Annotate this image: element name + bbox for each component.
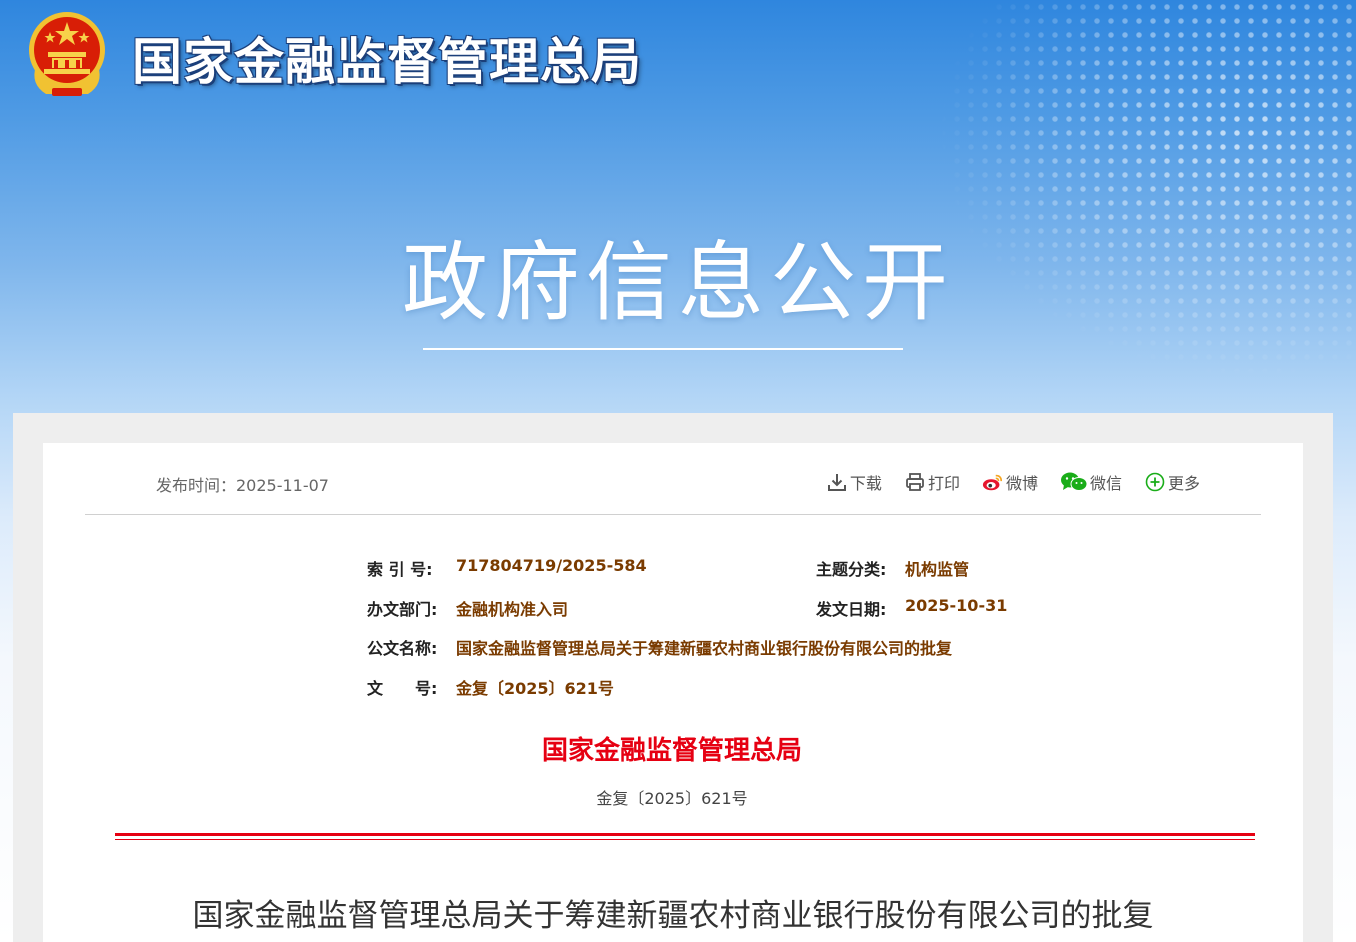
dept-label: 办文部门: <box>367 599 438 619</box>
more-label: 更多 <box>1167 474 1200 493</box>
page: 国家金融监督管理总局 政府信息公开 发布时间：2025-11-07 下载 打印 … <box>0 0 1356 942</box>
dept-value: 金融机构准入司 <box>456 599 569 619</box>
wechat-share-button[interactable]: 微信 <box>1060 470 1122 494</box>
red-divider-thick <box>115 833 1255 836</box>
index-value: 717804719/2025-584 <box>456 556 647 575</box>
more-share-button[interactable]: 更多 <box>1144 470 1200 494</box>
banner-title: 政府信息公开 <box>402 233 954 333</box>
download-button[interactable]: 下载 <box>826 470 882 494</box>
weibo-label: 微博 <box>1005 474 1038 493</box>
date-label: 发文日期: <box>816 599 887 619</box>
print-button[interactable]: 打印 <box>904 470 960 494</box>
meta-row: 公文名称: 国家金融监督管理总局关于筹建新疆农村商业银行股份有限公司的批复 <box>367 635 1007 675</box>
document-number: 金复〔2025〕621号 <box>596 789 748 808</box>
topic-value: 机构监管 <box>905 560 970 579</box>
red-divider-thin <box>115 839 1255 840</box>
site-title[interactable]: 国家金融监督管理总局 <box>132 22 642 94</box>
meta-row: 文 号: 金复〔2025〕621号 <box>367 675 1007 715</box>
weibo-share-button[interactable]: 微博 <box>982 470 1038 494</box>
topic-label: 主题分类: <box>816 560 887 579</box>
doc-name-value: 国家金融监督管理总局关于筹建新疆农村商业银行股份有限公司的批复 <box>456 639 953 658</box>
doc-number-value: 金复〔2025〕621号 <box>456 678 614 698</box>
publish-time: 发布时间：2025-11-07 <box>156 476 329 495</box>
print-label: 打印 <box>927 474 960 493</box>
printer-icon <box>904 471 926 493</box>
issuing-agency: 国家金融监督管理总局 <box>541 736 802 766</box>
wechat-icon <box>1060 471 1088 493</box>
document-title: 国家金融监督管理总局关于筹建新疆农村商业银行股份有限公司的批复 <box>192 898 1154 934</box>
index-label: 索 引 号: <box>367 560 433 579</box>
document-meta-table: 索 引 号: 717804719/2025-584 主题分类: 机构监管 办文部… <box>367 556 1007 714</box>
doc-name-label: 公文名称: <box>367 639 438 658</box>
download-label: 下载 <box>849 474 882 493</box>
national-emblem-icon[interactable] <box>24 8 110 100</box>
date-value: 2025-10-31 <box>905 595 1008 615</box>
article-toolbar: 下载 打印 微博 微信 更多 <box>826 470 1200 494</box>
weibo-icon <box>982 471 1004 493</box>
plus-circle-icon <box>1144 471 1166 493</box>
download-icon <box>826 471 848 493</box>
meta-row: 索 引 号: 717804719/2025-584 主题分类: 机构监管 <box>367 556 1007 596</box>
banner-underline <box>423 348 903 350</box>
header-divider <box>85 514 1261 515</box>
doc-number-label: 文 号: <box>367 678 438 698</box>
meta-row: 办文部门: 金融机构准入司 发文日期: 2025-10-31 <box>367 596 1007 636</box>
wechat-label: 微信 <box>1089 474 1122 493</box>
